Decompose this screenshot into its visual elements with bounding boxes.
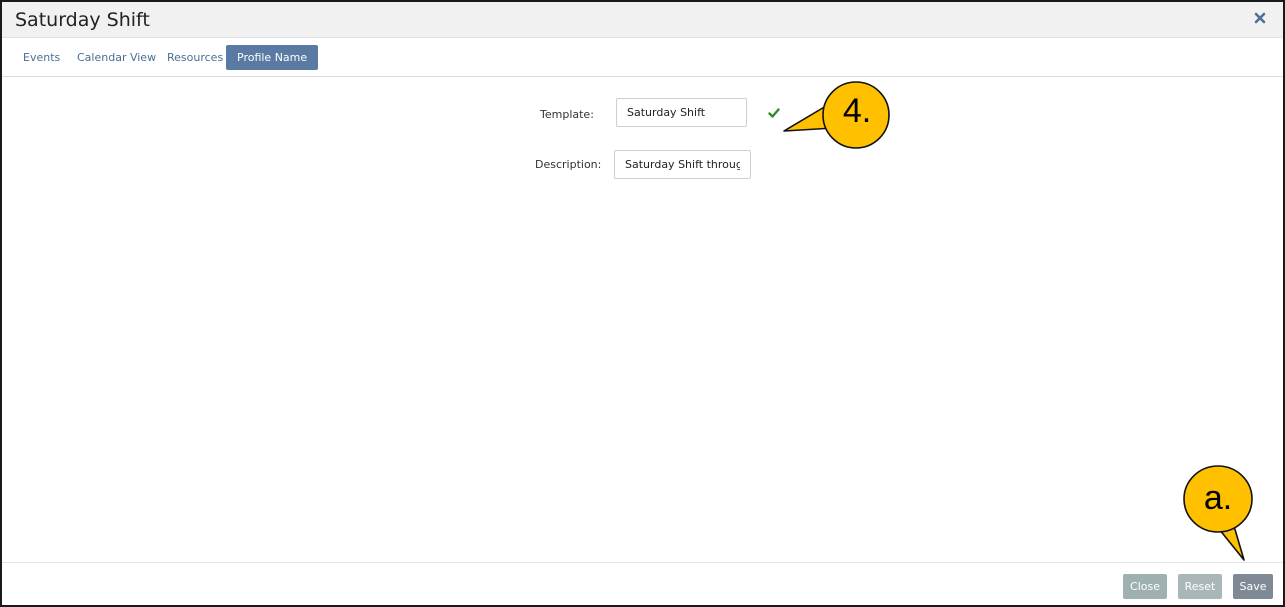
tab-events[interactable]: Events <box>12 45 71 70</box>
callout-4-text: 4. <box>842 92 872 130</box>
tab-bar: Events Calendar View Resources Profile N… <box>2 39 1283 77</box>
checkmark-icon <box>768 106 780 118</box>
save-button[interactable]: Save <box>1233 574 1273 599</box>
description-label: Description: <box>535 158 602 171</box>
dialog-footer: Close Reset Save <box>2 562 1283 605</box>
callout-4: 4. <box>782 80 892 152</box>
dialog-header: Saturday Shift <box>2 2 1283 38</box>
callout-a: a. <box>1178 464 1260 564</box>
dialog-window: Saturday Shift Events Calendar View Reso… <box>0 0 1285 607</box>
template-label: Template: <box>540 108 594 121</box>
callout-a-text: a. <box>1203 479 1233 517</box>
template-input[interactable] <box>616 98 747 127</box>
close-button[interactable]: Close <box>1123 574 1167 599</box>
reset-button[interactable]: Reset <box>1178 574 1222 599</box>
close-x-icon[interactable] <box>1251 9 1269 27</box>
dialog-title: Saturday Shift <box>15 9 150 31</box>
description-input[interactable] <box>614 150 751 179</box>
tab-calendar-view[interactable]: Calendar View <box>66 45 167 70</box>
tab-resources[interactable]: Resources <box>156 45 234 70</box>
tab-profile-name[interactable]: Profile Name <box>226 45 319 70</box>
